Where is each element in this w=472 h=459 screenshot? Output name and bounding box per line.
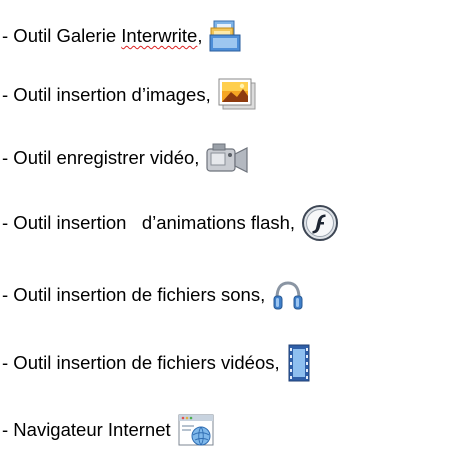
image-icon <box>217 77 259 113</box>
item-text: - Outil Galerie Interwrite, <box>2 25 203 46</box>
web-browser-icon <box>177 412 215 448</box>
film-strip-icon <box>286 343 312 383</box>
list-item-images: - Outil insertion d’images, <box>2 75 259 115</box>
item-text: - Outil insertion d’images, <box>2 84 211 105</box>
video-camera-icon <box>205 140 249 176</box>
spellcheck-word: Interwrite <box>121 25 198 46</box>
list-item-browser: - Navigateur Internet <box>2 410 215 450</box>
flash-icon <box>301 204 339 242</box>
list-item-record-video: - Outil enregistrer vidéo, <box>2 138 249 178</box>
item-text: - Navigateur Internet <box>2 419 171 440</box>
list-item-sounds: - Outil insertion de fichiers sons, <box>2 275 305 315</box>
headphones-icon <box>271 278 305 312</box>
list-item-flash: - Outil insertion d’animations flash, <box>2 203 339 243</box>
list-item-gallery: - Outil Galerie Interwrite, <box>2 16 242 56</box>
item-text: - Outil enregistrer vidéo, <box>2 147 200 168</box>
tool-list: - Outil Galerie Interwrite, - Outil inse… <box>0 0 472 459</box>
item-text: - Outil insertion de fichiers vidéos, <box>2 352 280 373</box>
list-item-video-files: - Outil insertion de fichiers vidéos, <box>2 343 312 383</box>
item-text: - Outil insertion d’animations flash, <box>2 212 296 233</box>
item-text: - Outil insertion de fichiers sons, <box>2 284 266 305</box>
gallery-icon <box>208 19 242 53</box>
